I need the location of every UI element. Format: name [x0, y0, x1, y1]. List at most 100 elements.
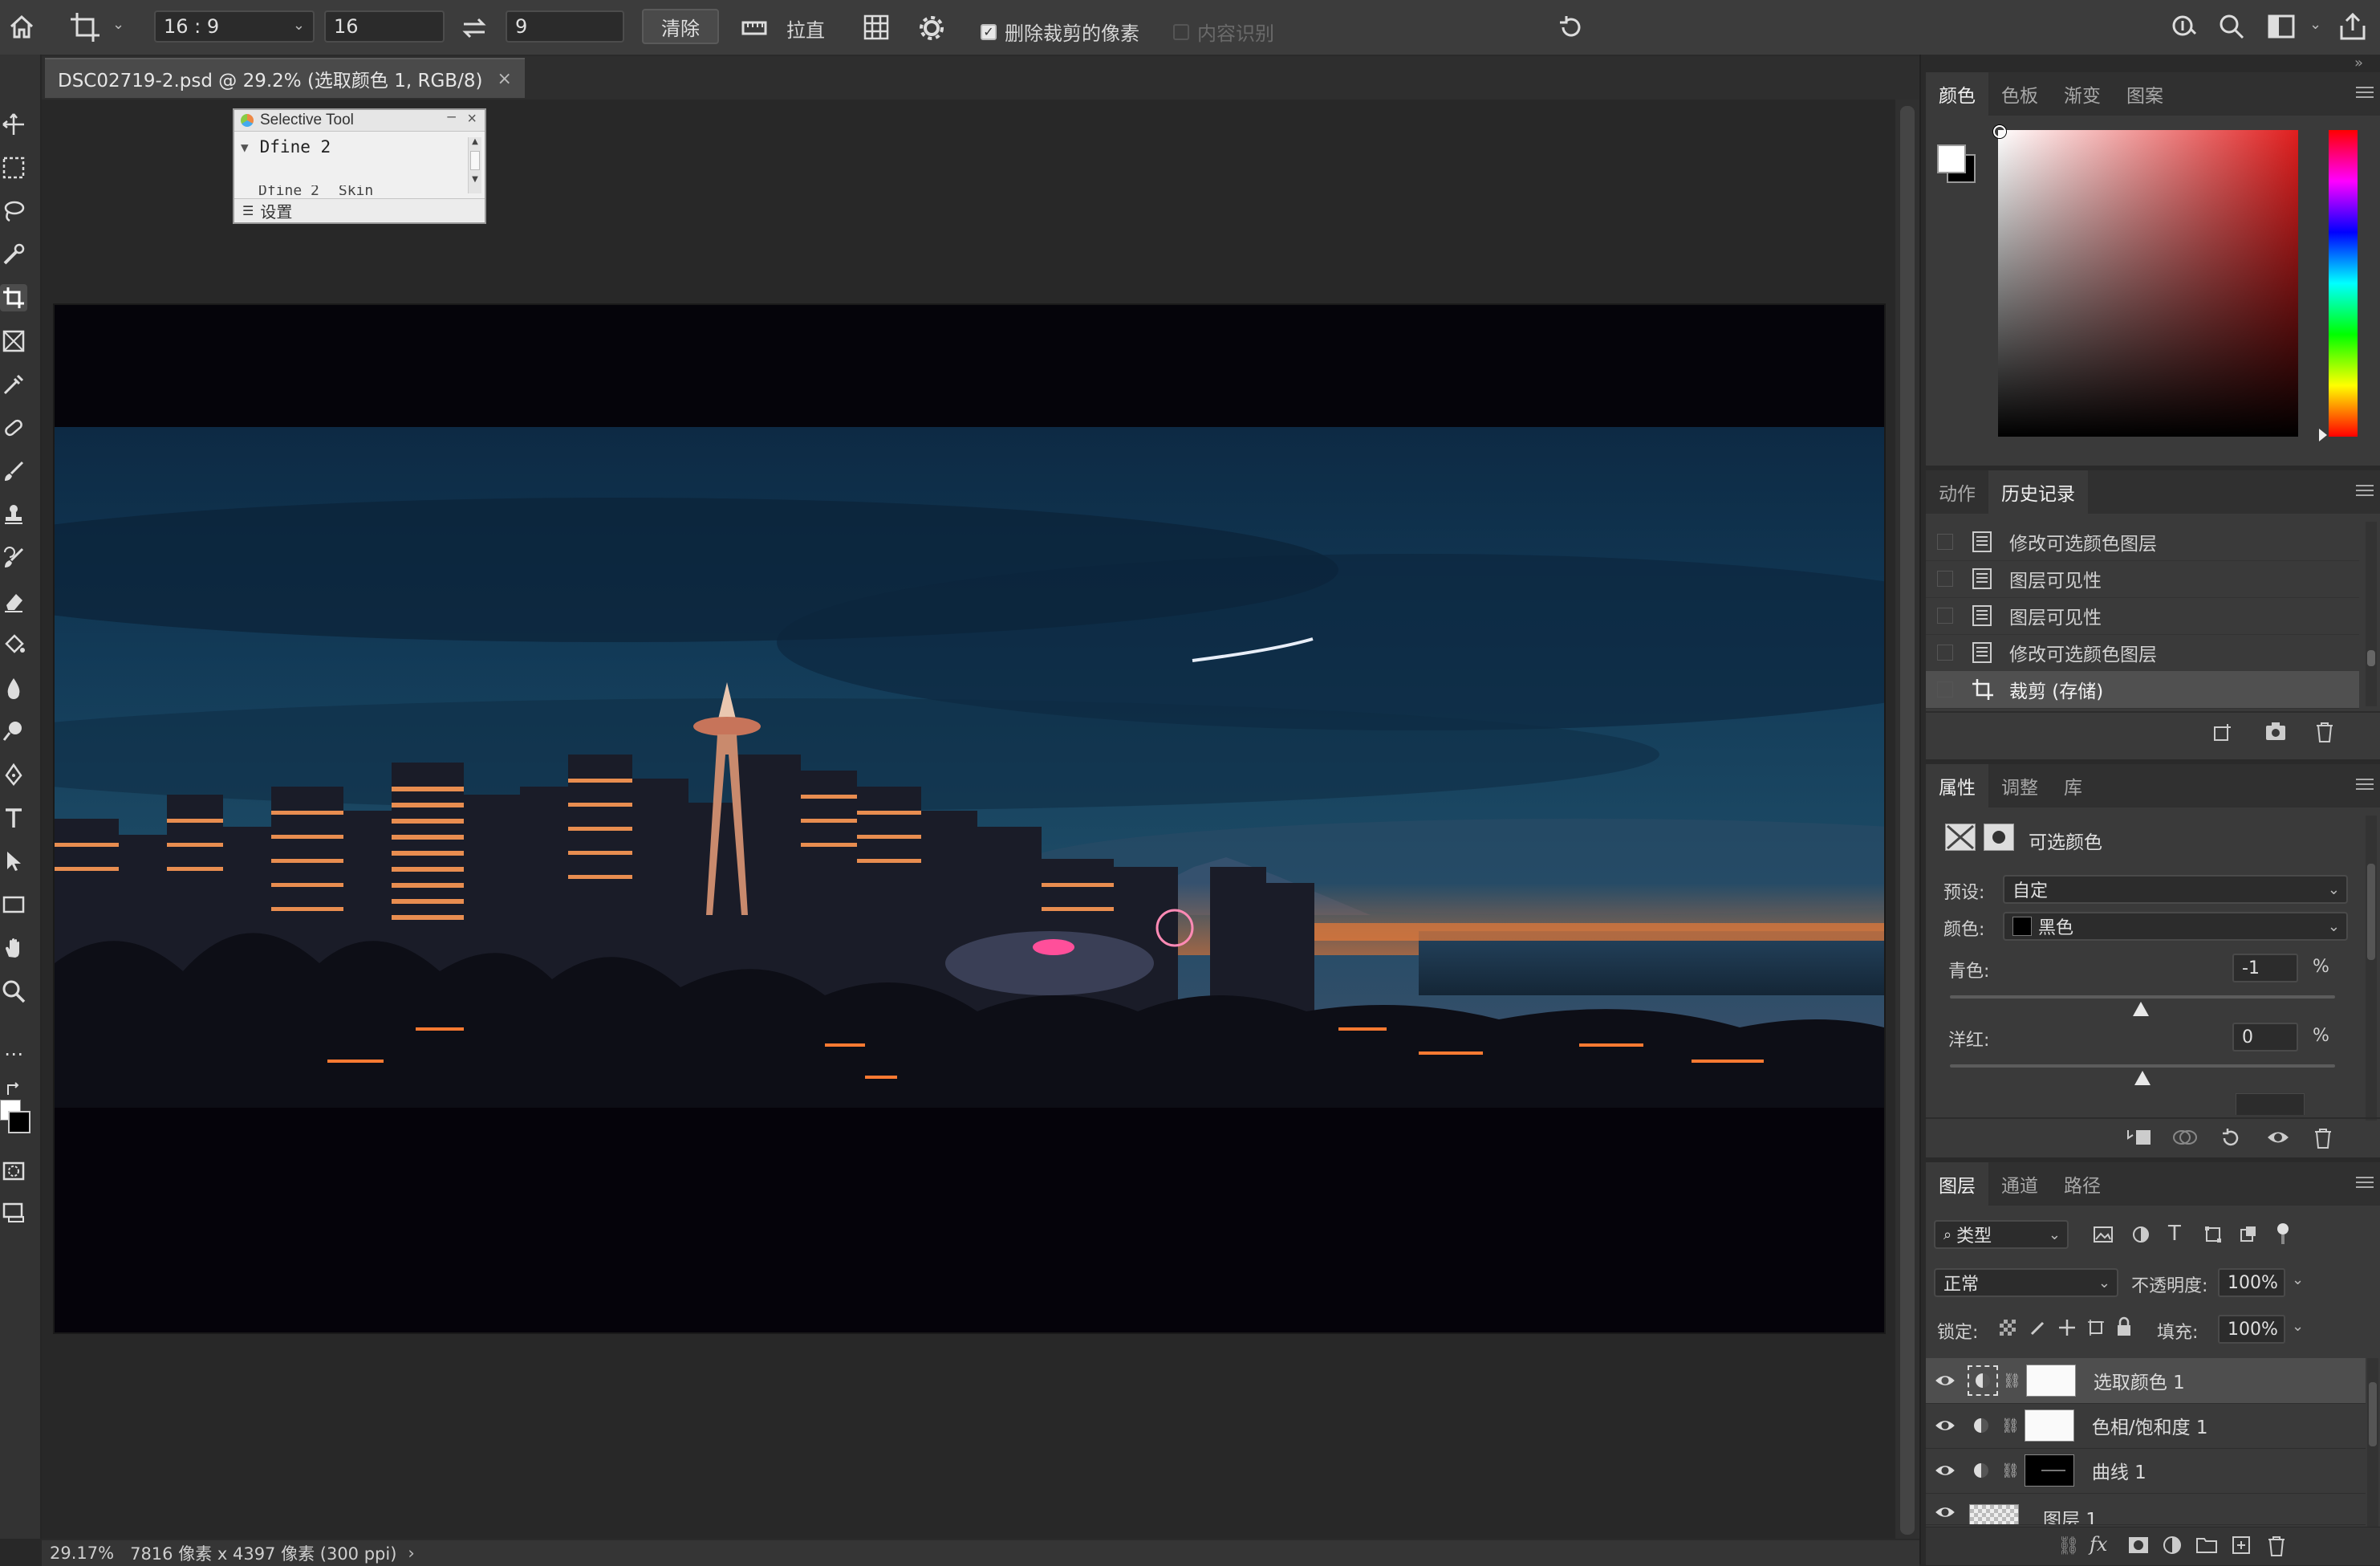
- tab-layers[interactable]: 图层: [1926, 1162, 1988, 1206]
- scrollbar-thumb[interactable]: [1900, 106, 1915, 1535]
- layer-filter-select[interactable]: ⌕ 类型 ⌄: [1934, 1220, 2069, 1249]
- history-snapshot-checkbox[interactable]: [1937, 608, 1953, 624]
- layer-row[interactable]: ⛓ 色相/饱和度 1: [1926, 1403, 2366, 1449]
- selective-tool-window[interactable]: Selective Tool – × ▼ Dfine 2 Dfine 2 Ski…: [233, 108, 486, 224]
- layer-thumbnail[interactable]: [1969, 1504, 2019, 1524]
- tab-adjustments[interactable]: 调整: [1988, 764, 2051, 807]
- brush-icon[interactable]: [0, 458, 27, 485]
- layer-mask-thumbnail[interactable]: [2024, 1409, 2074, 1442]
- layer-row[interactable]: 图层 1: [1926, 1493, 2366, 1525]
- chevron-right-icon[interactable]: ›: [408, 1544, 414, 1563]
- screen-mode-icon[interactable]: [0, 1199, 27, 1226]
- opacity-input[interactable]: 100%: [2218, 1268, 2285, 1297]
- eraser-icon[interactable]: [0, 588, 27, 615]
- history-snapshot-checkbox[interactable]: [1937, 681, 1953, 698]
- history-item[interactable]: 图层可见性: [1926, 560, 2359, 598]
- crop-height-input[interactable]: 9: [506, 10, 624, 43]
- fx-icon[interactable]: fx: [2090, 1533, 2107, 1556]
- blur-tool-icon[interactable]: [0, 674, 27, 702]
- tab-channels[interactable]: 通道: [1988, 1162, 2051, 1206]
- magenta-input[interactable]: 0: [2232, 1023, 2298, 1051]
- share-cloud-icon[interactable]: [2170, 11, 2200, 42]
- layer-name[interactable]: 选取颜色 1: [2094, 1367, 2185, 1394]
- tab-gradients[interactable]: 渐变: [2051, 72, 2114, 116]
- new-layer-icon[interactable]: [2231, 1535, 2252, 1556]
- tab-actions[interactable]: 动作: [1926, 470, 1988, 514]
- link-icon[interactable]: ⛓: [2003, 1373, 2021, 1389]
- crop-tool-icon[interactable]: [0, 284, 27, 311]
- layers-scrollbar[interactable]: [2367, 1358, 2378, 1527]
- history-snapshot-checkbox[interactable]: [1937, 645, 1953, 661]
- pen-tool-icon[interactable]: [0, 761, 27, 788]
- rectangle-tool-icon[interactable]: [0, 891, 27, 918]
- trash-icon[interactable]: [2314, 721, 2335, 743]
- cyan-slider-handle[interactable]: [2133, 1002, 2149, 1016]
- properties-scrollbar[interactable]: [2366, 816, 2377, 1121]
- paint-bucket-icon[interactable]: [0, 631, 27, 658]
- lock-all-icon[interactable]: [2115, 1316, 2133, 1337]
- blend-mode-select[interactable]: 正常 ⌄: [1934, 1268, 2118, 1297]
- add-mask-icon[interactable]: [2128, 1536, 2149, 1554]
- filter-shape-icon[interactable]: [2203, 1225, 2223, 1244]
- layer-mask-icon[interactable]: [1984, 824, 2014, 851]
- view-previous-state-icon[interactable]: [2171, 1127, 2199, 1148]
- background-color-swatch[interactable]: [8, 1111, 30, 1133]
- filter-toggle-icon[interactable]: [2277, 1223, 2289, 1234]
- new-group-icon[interactable]: [2195, 1535, 2218, 1554]
- link-icon[interactable]: ⛓: [2001, 1462, 2020, 1479]
- clear-button[interactable]: 清除: [642, 9, 719, 44]
- lock-transparent-icon[interactable]: [2000, 1320, 2016, 1336]
- subitem-dfine[interactable]: Dfine 2: [258, 185, 319, 195]
- home-icon[interactable]: [8, 13, 35, 40]
- tab-color[interactable]: 颜色: [1926, 72, 1988, 116]
- document-canvas[interactable]: [55, 305, 1884, 1332]
- layer-name[interactable]: 图层 1: [2043, 1504, 2098, 1524]
- close-icon[interactable]: ×: [467, 110, 477, 128]
- preset-select[interactable]: 自定 ⌄: [2003, 875, 2348, 904]
- history-scrollbar[interactable]: [2366, 522, 2377, 706]
- chevron-down-icon[interactable]: ⌄: [2309, 16, 2321, 33]
- eyedropper-icon[interactable]: [0, 371, 27, 398]
- swap-icon[interactable]: [461, 14, 488, 42]
- dfine-item[interactable]: ▼ Dfine 2: [241, 137, 331, 157]
- quick-selection-icon[interactable]: [0, 241, 27, 268]
- camera-icon[interactable]: [2264, 721, 2287, 742]
- chevron-down-icon[interactable]: ⌄: [2292, 1271, 2304, 1288]
- gear-icon[interactable]: [918, 14, 945, 42]
- scrollbar-thumb[interactable]: [470, 151, 480, 170]
- grid-overlay-icon[interactable]: [862, 13, 891, 42]
- move-tool-icon[interactable]: [0, 111, 27, 138]
- close-icon[interactable]: ×: [497, 69, 511, 89]
- layer-name[interactable]: 色相/饱和度 1: [2092, 1412, 2208, 1439]
- panel-menu-icon[interactable]: [2356, 1173, 2374, 1191]
- scrollbar-thumb[interactable]: [2369, 1382, 2377, 1446]
- lasso-tool-icon[interactable]: [0, 197, 27, 225]
- history-item[interactable]: 修改可选颜色图层: [1926, 523, 2359, 561]
- scroll-up-icon[interactable]: ▲: [469, 137, 481, 146]
- vertical-scrollbar[interactable]: [1895, 100, 1919, 1539]
- type-tool-icon[interactable]: [0, 804, 27, 832]
- tab-libraries[interactable]: 库: [2051, 764, 2095, 807]
- quick-mask-icon[interactable]: [0, 1157, 27, 1185]
- lock-artboard-icon[interactable]: [2086, 1318, 2106, 1337]
- content-aware-checkbox[interactable]: 内容识别: [1173, 18, 1274, 46]
- fill-input[interactable]: 100%: [2218, 1315, 2285, 1344]
- scroll-down-icon[interactable]: ▼: [469, 175, 481, 184]
- zoom-tool-icon[interactable]: [0, 978, 27, 1005]
- yellow-input-partial[interactable]: [2236, 1093, 2305, 1115]
- selective-tool-titlebar[interactable]: Selective Tool – ×: [234, 108, 485, 132]
- eye-icon[interactable]: [1934, 1418, 1956, 1434]
- minimize-icon[interactable]: –: [447, 108, 456, 126]
- straighten-label[interactable]: 拉直: [786, 14, 825, 43]
- hue-slider-handle[interactable]: [2319, 429, 2327, 441]
- filter-pixel-icon[interactable]: [2093, 1225, 2114, 1244]
- history-snapshot-checkbox[interactable]: [1937, 571, 1953, 587]
- history-item-current[interactable]: 裁剪 (存储): [1926, 671, 2359, 709]
- history-snapshot-checkbox[interactable]: [1937, 534, 1953, 550]
- straighten-icon[interactable]: [740, 14, 769, 40]
- panel-menu-icon[interactable]: [2356, 83, 2374, 101]
- panel-menu-icon[interactable]: [2356, 482, 2374, 499]
- layer-name[interactable]: 曲线 1: [2092, 1457, 2146, 1484]
- panel-menu-icon[interactable]: [2356, 775, 2374, 793]
- chevron-down-icon[interactable]: ⌄: [112, 16, 124, 33]
